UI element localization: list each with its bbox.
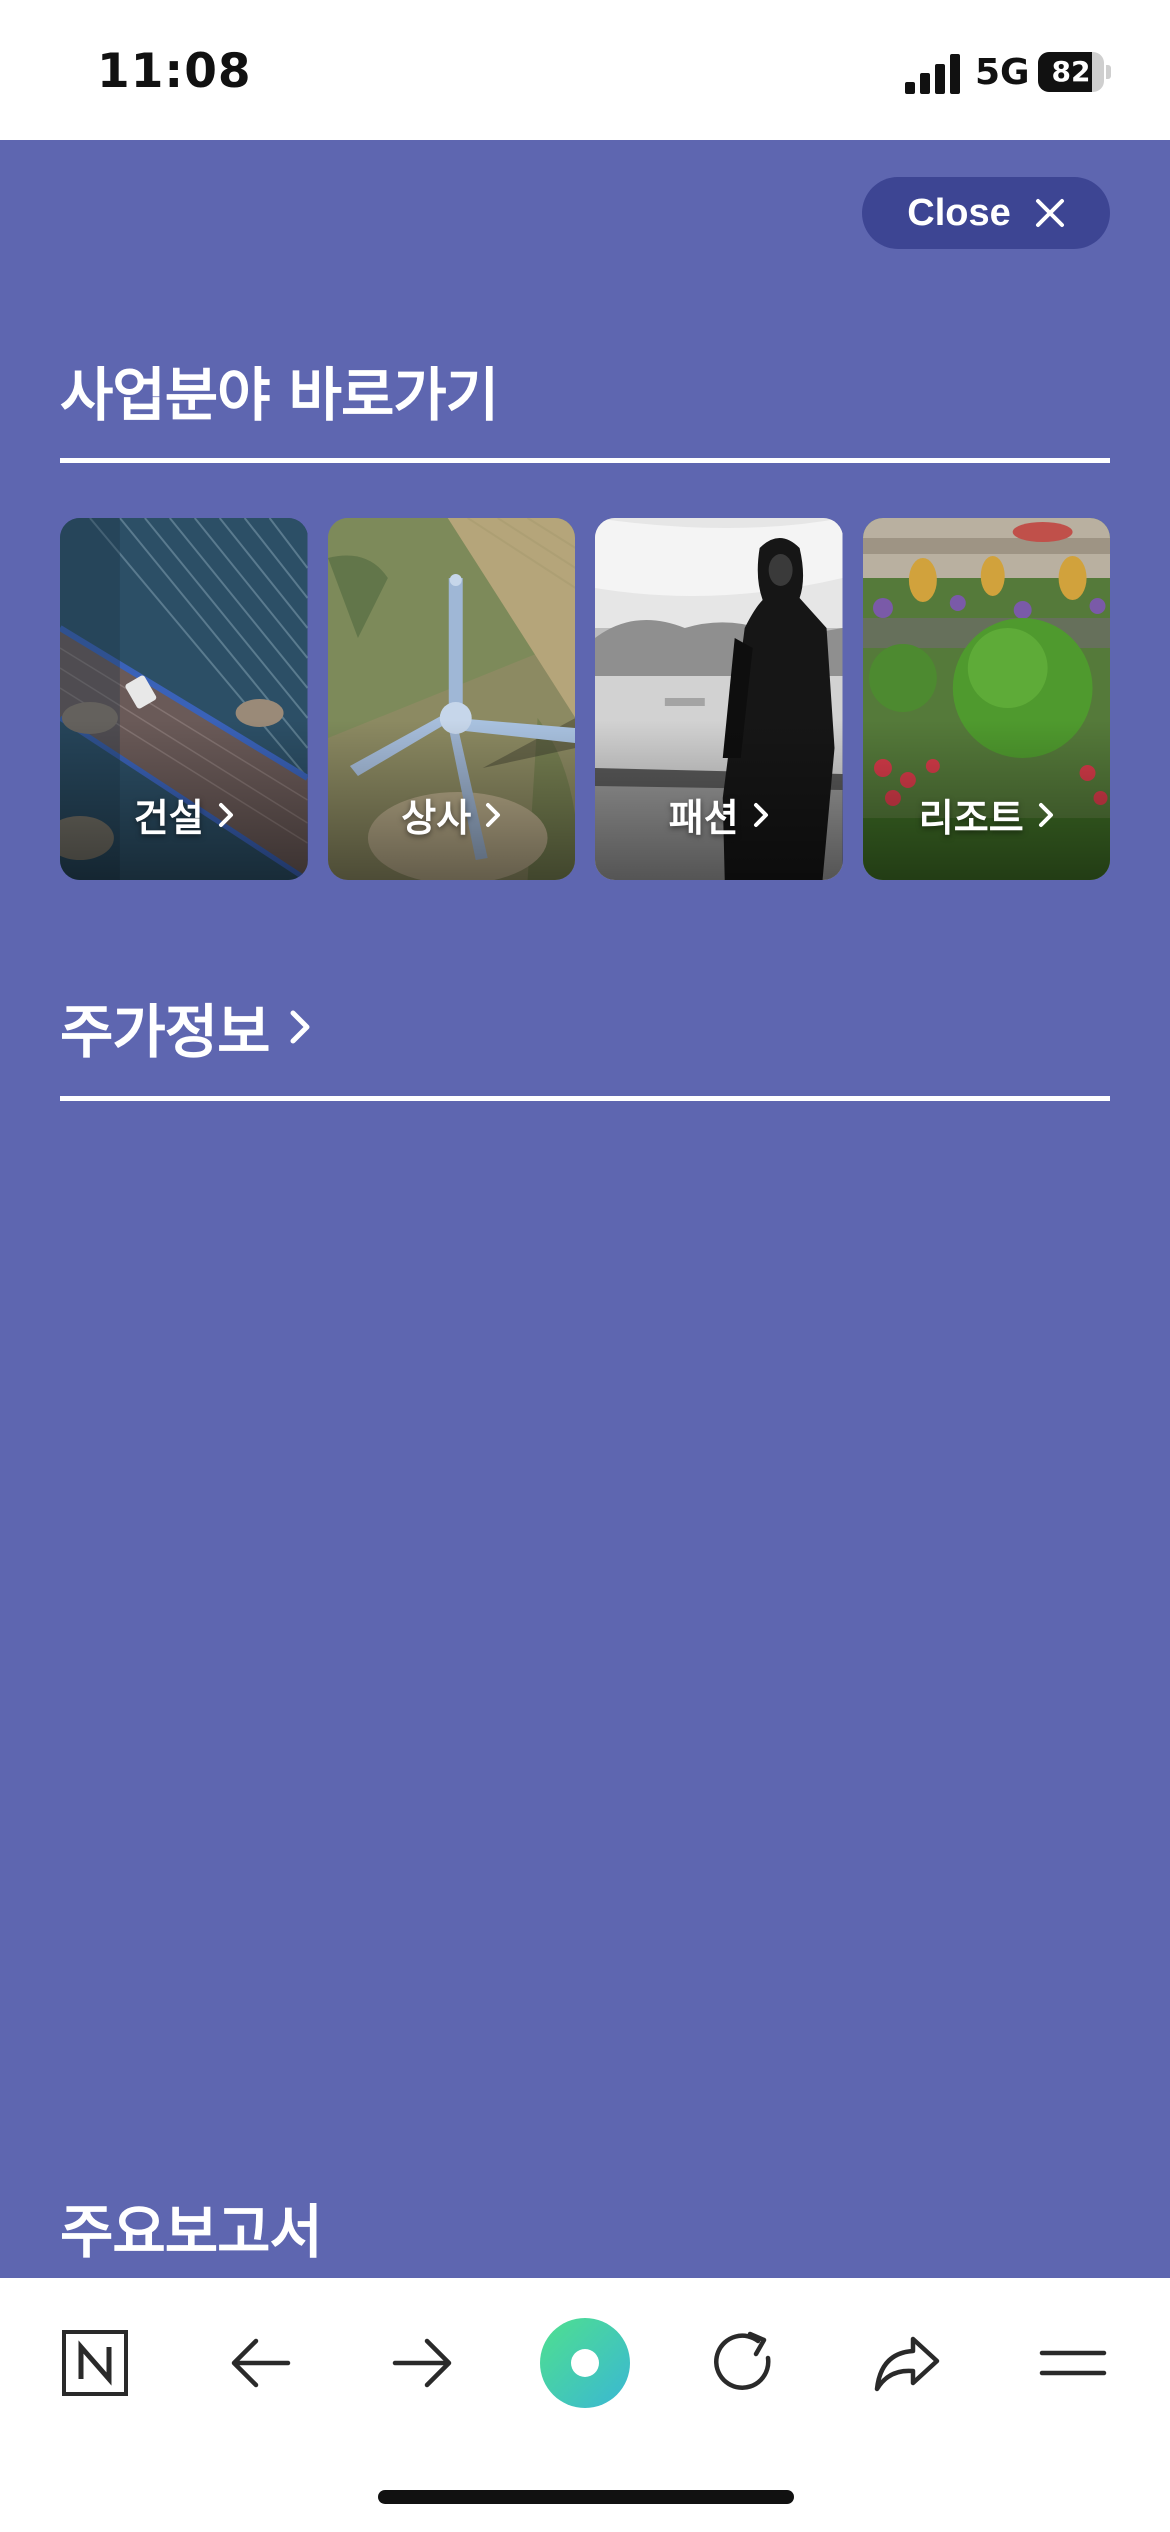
close-icon xyxy=(1035,198,1065,228)
business-card-construction[interactable]: 건설 xyxy=(60,518,308,880)
business-card-label: 패션 xyxy=(595,787,843,842)
battery-icon: 82 xyxy=(1038,52,1112,92)
chevron-right-icon xyxy=(1038,802,1054,828)
network-type: 5G xyxy=(975,52,1030,93)
business-card-resort[interactable]: 리조트 xyxy=(862,518,1111,880)
share-button[interactable] xyxy=(862,2318,952,2408)
naver-n-icon xyxy=(62,2330,128,2396)
green-dot-icon xyxy=(540,2318,630,2408)
cellular-signal-icon xyxy=(905,54,960,94)
business-card-label: 건설 xyxy=(60,787,308,842)
business-card-grid: 건설 상사 패션 리조트 xyxy=(60,518,1110,880)
arrow-left-icon xyxy=(231,2338,291,2388)
arrow-right-icon xyxy=(392,2338,452,2388)
section-divider xyxy=(60,1096,1110,1101)
reports-section-title-text: 주요보고서 xyxy=(60,2198,323,2266)
refresh-button[interactable] xyxy=(700,2318,790,2408)
refresh-icon xyxy=(714,2331,771,2390)
business-section-title-text: 사업분야 바로가기 xyxy=(60,361,499,429)
reports-section-title: 주요보고서 xyxy=(60,2185,323,2269)
share-icon xyxy=(874,2336,940,2392)
close-button[interactable]: Close xyxy=(862,177,1110,249)
stock-info-title-text: 주가정보 xyxy=(60,998,270,1066)
green-dot-button[interactable] xyxy=(540,2318,630,2408)
naver-home-button[interactable] xyxy=(50,2318,140,2408)
business-card-fashion[interactable]: 패션 xyxy=(595,518,843,880)
browser-toolbar xyxy=(0,2278,1170,2532)
business-card-label-text: 패션 xyxy=(668,796,739,840)
chevron-right-icon xyxy=(218,802,234,828)
business-card-label-text: 상사 xyxy=(401,796,472,840)
status-bar: 11:08 5G 82 xyxy=(0,0,1170,140)
home-indicator xyxy=(378,2490,794,2504)
stock-info-link[interactable]: 주가정보 xyxy=(60,985,311,1069)
section-divider xyxy=(60,458,1110,463)
business-card-label: 리조트 xyxy=(863,787,1111,842)
business-card-trading[interactable]: 상사 xyxy=(327,518,576,880)
back-button[interactable] xyxy=(215,2318,305,2408)
menu-panel: Close 사업분야 바로가기 건설 상사 패션 리조트 주가정보 주요보고서 xyxy=(0,140,1170,2278)
chevron-right-icon xyxy=(753,802,769,828)
forward-button[interactable] xyxy=(378,2318,468,2408)
close-label: Close xyxy=(907,191,1011,234)
menu-icon xyxy=(1039,2350,1107,2376)
chevron-right-icon xyxy=(289,1009,311,1045)
battery-level: 82 xyxy=(1051,55,1091,88)
business-section-title: 사업분야 바로가기 xyxy=(60,348,499,432)
status-time: 11:08 xyxy=(97,44,252,99)
business-card-label: 상사 xyxy=(328,787,576,842)
business-card-label-text: 건설 xyxy=(133,796,204,840)
menu-button[interactable] xyxy=(1028,2318,1118,2408)
chevron-right-icon xyxy=(485,802,501,828)
business-card-label-text: 리조트 xyxy=(918,796,1024,840)
